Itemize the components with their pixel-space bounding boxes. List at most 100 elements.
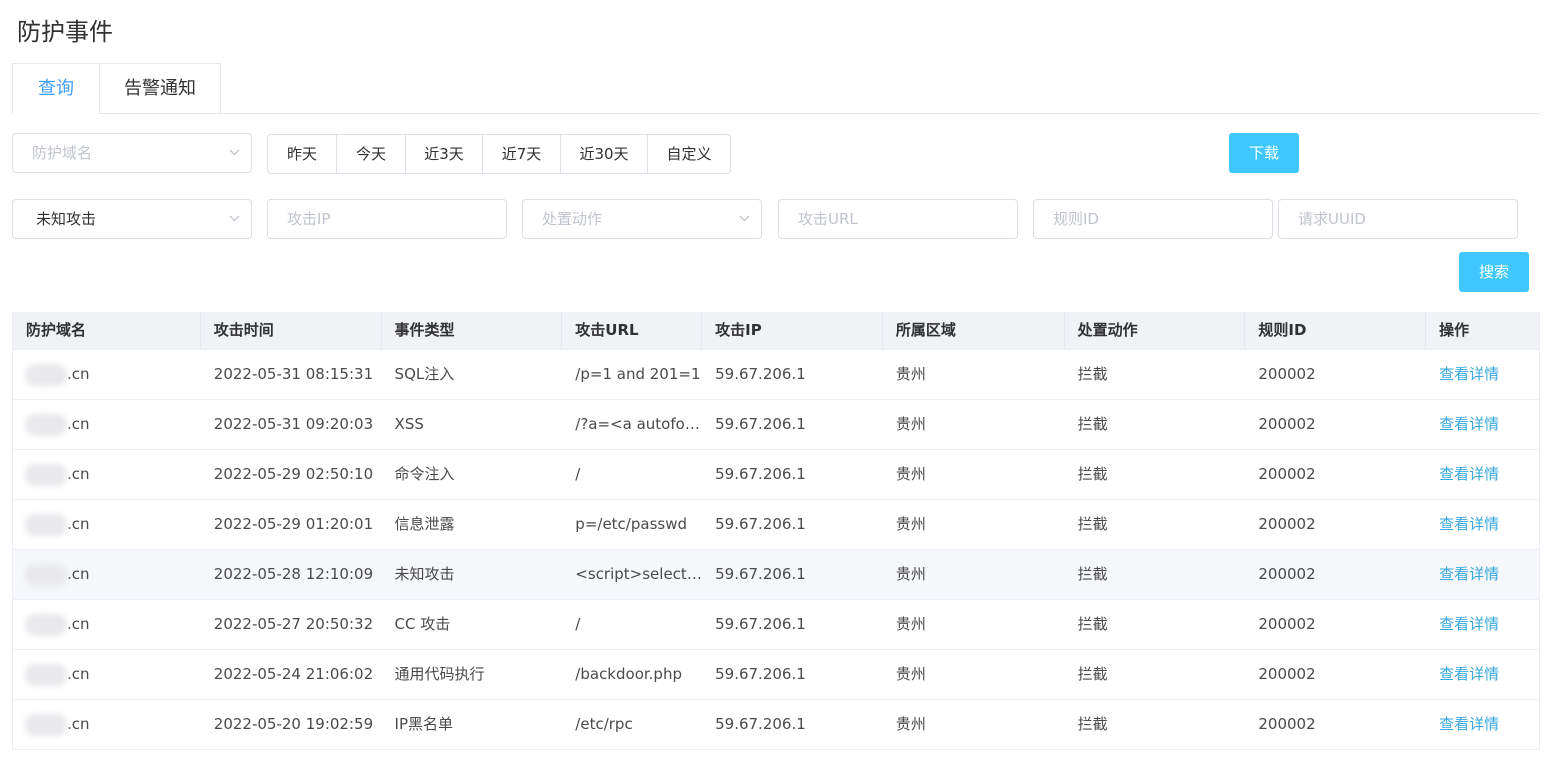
- time-cell: 2022-05-31 08:15:31: [213, 365, 374, 383]
- column-header: 防护域名: [13, 312, 201, 349]
- view-details-link[interactable]: 查看详情: [1439, 415, 1499, 433]
- attack-url-input[interactable]: 攻击URL: [778, 199, 1018, 239]
- operation-cell: 查看详情: [1426, 450, 1539, 499]
- tabs: 查询 告警通知: [12, 63, 1540, 114]
- operation-cell: 查看详情: [1426, 700, 1539, 749]
- operation-cell: 查看详情: [1426, 550, 1539, 599]
- table-row: .cn 2022-05-24 21:06:02 通用代码执行/backdoor.ph…: [13, 649, 1539, 699]
- rule-id-cell: 200002: [1258, 465, 1316, 483]
- attack-type-select[interactable]: 未知攻击: [12, 199, 252, 239]
- region-cell: 贵州: [895, 465, 926, 483]
- region-cell: 贵州: [895, 615, 926, 633]
- table-row: .cn 2022-05-20 19:02:59 IP黑名单/etc/rpc 59.67…: [13, 699, 1539, 749]
- url-cell: /?a=<a autofoc...: [575, 415, 703, 433]
- date-30days-button[interactable]: 近30天: [561, 135, 648, 173]
- column-header: 攻击IP: [702, 312, 883, 349]
- operation-cell: 查看详情: [1426, 650, 1539, 699]
- url-cell: <script>select ...: [575, 565, 703, 583]
- chevron-down-icon: [739, 213, 750, 223]
- rule-id-cell: 200002: [1258, 615, 1316, 633]
- rule-id-cell: 200002: [1258, 365, 1316, 383]
- redacted-domain-mask: [25, 514, 67, 536]
- time-cell: 2022-05-29 02:50:10: [213, 465, 374, 483]
- action-select-placeholder: 处置动作: [542, 210, 603, 228]
- url-cell: p=/etc/passwd: [575, 515, 687, 533]
- operation-cell: 查看详情: [1426, 500, 1539, 549]
- ip-cell: 59.67.206.1: [715, 615, 806, 633]
- table-row: .cn 2022-05-29 01:20:01 信息泄露 p=/etc/passwd 5…: [13, 499, 1539, 549]
- table-row: .cn 2022-05-29 02:50:10 命令注入 / 59.67.206.1 贵州…: [13, 449, 1539, 499]
- table-row: .cn 2022-05-27 20:50:32 CC 攻击 / 59.67.206.1 贵…: [13, 599, 1539, 649]
- redacted-domain-mask: [25, 614, 67, 636]
- domain-text: .cn: [67, 665, 90, 683]
- rule-id-cell: 200002: [1258, 665, 1316, 683]
- domain-cell: .cn: [13, 450, 201, 499]
- time-cell: 2022-05-29 01:20:01: [213, 515, 374, 533]
- date-3days-button[interactable]: 近3天: [406, 135, 483, 173]
- rule-id-cell: 200002: [1258, 565, 1316, 583]
- ip-cell: 59.67.206.1: [715, 465, 806, 483]
- redacted-domain-mask: [25, 664, 67, 686]
- event-type-cell: 命令注入: [394, 465, 455, 483]
- ip-cell: 59.67.206.1: [715, 565, 806, 583]
- event-type-cell: 未知攻击: [394, 565, 455, 583]
- request-uuid-input[interactable]: 请求UUID: [1278, 199, 1518, 239]
- attack-ip-input[interactable]: 攻击IP: [267, 199, 507, 239]
- view-details-link[interactable]: 查看详情: [1439, 515, 1499, 533]
- region-cell: 贵州: [895, 715, 926, 733]
- action-cell: 拦截: [1077, 465, 1108, 483]
- tab-alert-notification[interactable]: 告警通知: [99, 63, 221, 114]
- date-7days-button[interactable]: 近7天: [483, 135, 561, 173]
- events-table: 防护域名 攻击时间 事件类型 攻击URL 攻击IP 所属区域 处置动作 规则ID…: [12, 312, 1540, 750]
- url-cell: /p=1 and 201=1: [575, 365, 701, 383]
- time-cell: 2022-05-27 20:50:32: [213, 615, 374, 633]
- view-details-link[interactable]: 查看详情: [1439, 715, 1499, 733]
- date-range-group: 昨天 今天 近3天 近7天 近30天 自定义: [267, 134, 731, 174]
- view-details-link[interactable]: 查看详情: [1439, 365, 1499, 383]
- ip-cell: 59.67.206.1: [715, 665, 806, 683]
- view-details-link[interactable]: 查看详情: [1439, 615, 1499, 633]
- domain-cell: .cn: [13, 650, 201, 699]
- region-cell: 贵州: [895, 415, 926, 433]
- view-details-link[interactable]: 查看详情: [1439, 565, 1499, 583]
- view-details-link[interactable]: 查看详情: [1439, 665, 1499, 683]
- download-button[interactable]: 下载: [1229, 133, 1299, 173]
- operation-cell: 查看详情: [1426, 400, 1539, 449]
- event-type-cell: 通用代码执行: [394, 665, 485, 683]
- chevron-down-icon: [229, 213, 240, 223]
- time-cell: 2022-05-28 12:10:09: [213, 565, 374, 583]
- search-button[interactable]: 搜索: [1459, 252, 1529, 292]
- url-cell: /backdoor.php: [575, 665, 682, 683]
- view-details-link[interactable]: 查看详情: [1439, 465, 1499, 483]
- region-cell: 贵州: [895, 665, 926, 683]
- region-cell: 贵州: [895, 565, 926, 583]
- region-cell: 贵州: [895, 515, 926, 533]
- action-select[interactable]: 处置动作: [522, 199, 762, 239]
- domain-cell: .cn: [13, 350, 201, 399]
- action-cell: 拦截: [1077, 565, 1108, 583]
- domain-select-placeholder: 防护域名: [32, 144, 93, 162]
- table-body: .cn 2022-05-31 08:15:31 SQL注入/p=1 and 201=…: [13, 349, 1539, 749]
- domain-text: .cn: [67, 365, 90, 383]
- event-type-cell: 信息泄露: [394, 515, 455, 533]
- rule-id-input[interactable]: 规则ID: [1033, 199, 1273, 239]
- tab-query[interactable]: 查询: [12, 63, 100, 114]
- event-type-cell: SQL注入: [394, 365, 455, 383]
- column-header: 攻击时间: [201, 312, 382, 349]
- domain-cell: .cn: [13, 600, 201, 649]
- action-cell: 拦截: [1077, 415, 1108, 433]
- column-header: 操作: [1439, 321, 1470, 339]
- table-row: .cn 2022-05-31 08:15:31 SQL注入/p=1 and 201=…: [13, 349, 1539, 399]
- rule-id-cell: 200002: [1258, 415, 1316, 433]
- url-cell: /: [575, 615, 581, 633]
- domain-select[interactable]: 防护域名: [12, 133, 252, 173]
- time-cell: 2022-05-24 21:06:02: [213, 665, 374, 683]
- domain-cell: .cn: [13, 550, 201, 599]
- date-yesterday-button[interactable]: 昨天: [268, 135, 337, 173]
- date-custom-button[interactable]: 自定义: [648, 135, 730, 173]
- event-type-cell: IP黑名单: [394, 715, 454, 733]
- action-cell: 拦截: [1077, 615, 1108, 633]
- table-row: .cn 2022-05-28 12:10:09 未知攻击 <script>select…: [13, 549, 1539, 599]
- time-cell: 2022-05-31 09:20:03: [213, 415, 374, 433]
- date-today-button[interactable]: 今天: [337, 135, 406, 173]
